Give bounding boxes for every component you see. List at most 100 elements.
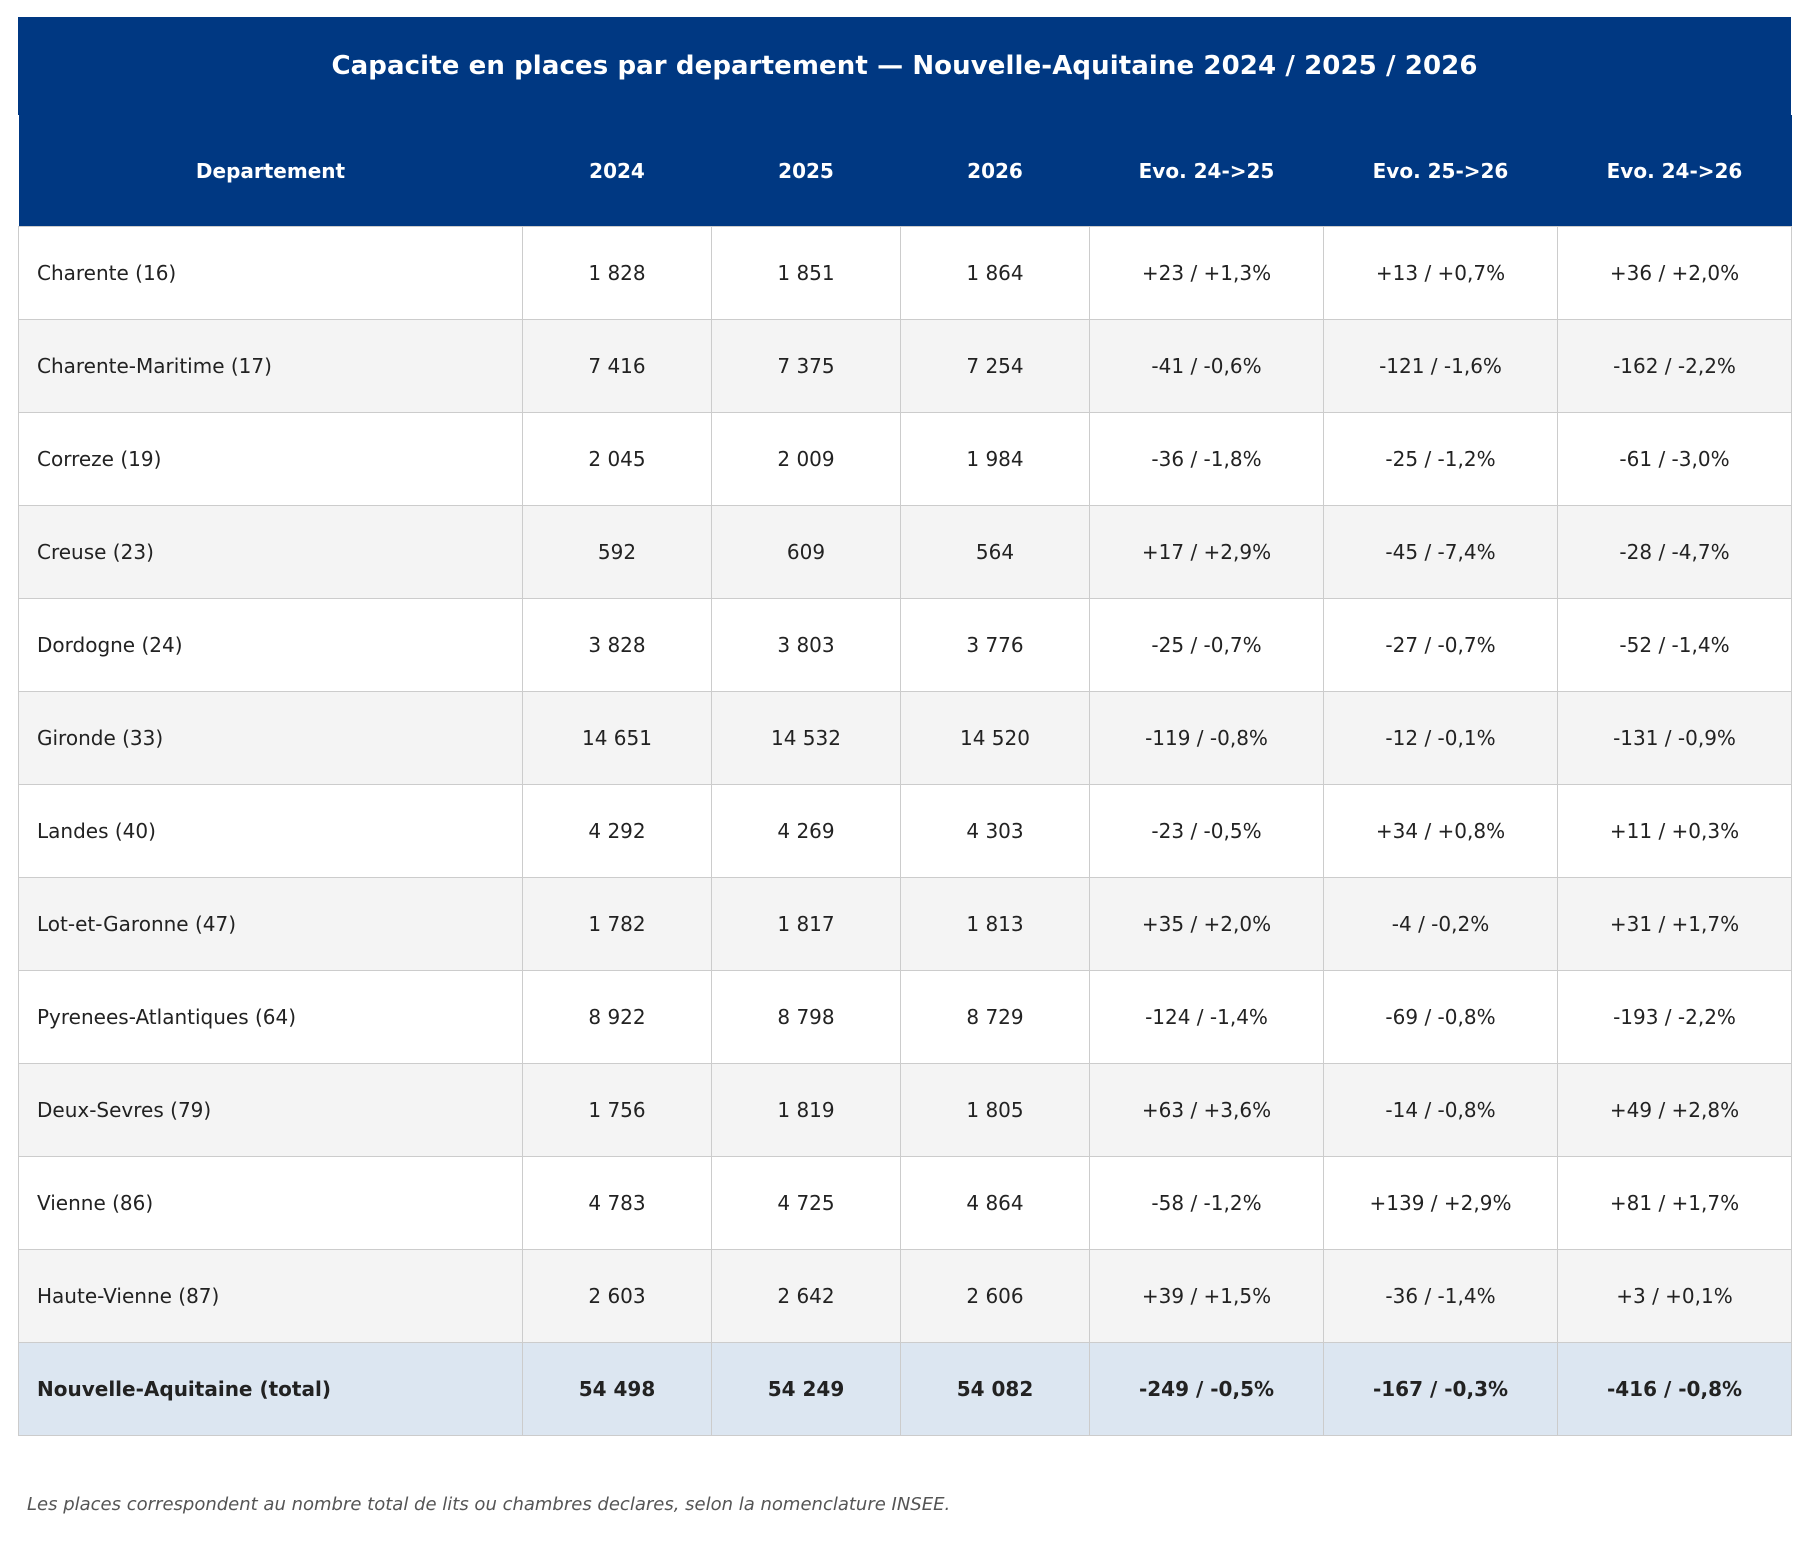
cell-evo-24-26: +11 / +0,3% [1557,784,1792,878]
cell-2025: 609 [711,505,901,599]
cell-evo-24-26: +36 / +2,0% [1557,226,1792,320]
cell-2024: 3 828 [522,598,712,692]
cell-2025: 7 375 [711,319,901,413]
cell-2025: 1 851 [711,226,901,320]
cell-2026: 1 805 [900,1063,1090,1157]
cell-2025: 1 819 [711,1063,901,1157]
cell-evo-24-25: -58 / -1,2% [1089,1156,1324,1250]
table-row: Charente (16) 1 828 1 851 1 864 +23 / +1,3% +… [18,226,1792,320]
table-row: Gironde (33) 14 651 14 532 14 520 -119 / -0,… [18,691,1792,785]
cell-evo-25-26: +34 / +0,8% [1323,784,1558,878]
cell-2024: 2 603 [522,1249,712,1343]
total-cell-2025: 54 249 [711,1342,901,1436]
table-body: Charente (16) 1 828 1 851 1 864 +23 / +1,3% +… [18,226,1792,1436]
cell-departement: Gironde (33) [18,691,523,785]
cell-2024: 14 651 [522,691,712,785]
table-row: Pyrenees-Atlantiques (64) 8 922 8 798 8 729… [18,970,1792,1064]
cell-2026: 564 [900,505,1090,599]
cell-evo-25-26: -4 / -0,2% [1323,877,1558,971]
cell-evo-24-25: +63 / +3,6% [1089,1063,1324,1157]
table-row: Charente-Maritime (17) 7 416 7 375 7 254 -41… [18,319,1792,413]
table-row: Lot-et-Garonne (47) 1 782 1 817 1 813 +35 / … [18,877,1792,971]
cell-departement: Lot-et-Garonne (47) [18,877,523,971]
cell-evo-24-25: -119 / -0,8% [1089,691,1324,785]
cell-evo-24-26: -193 / -2,2% [1557,970,1792,1064]
cell-departement: Vienne (86) [18,1156,523,1250]
cell-departement: Dordogne (24) [18,598,523,692]
cell-departement: Landes (40) [18,784,523,878]
cell-evo-25-26: -27 / -0,7% [1323,598,1558,692]
total-cell-2024: 54 498 [522,1342,712,1436]
cell-evo-24-26: +3 / +0,1% [1557,1249,1792,1343]
table-row: Haute-Vienne (87) 2 603 2 642 2 606 +39 / +1… [18,1249,1792,1343]
cell-evo-24-26: -52 / -1,4% [1557,598,1792,692]
cell-evo-24-26: +81 / +1,7% [1557,1156,1792,1250]
cell-evo-24-25: +39 / +1,5% [1089,1249,1324,1343]
cell-evo-24-25: -124 / -1,4% [1089,970,1324,1064]
cell-2026: 14 520 [900,691,1090,785]
cell-2026: 1 813 [900,877,1090,971]
cell-2024: 1 782 [522,877,712,971]
cell-evo-24-25: +23 / +1,3% [1089,226,1324,320]
cell-evo-24-25: +35 / +2,0% [1089,877,1324,971]
table-row: Deux-Sevres (79) 1 756 1 819 1 805 +63 / +3,… [18,1063,1792,1157]
cell-evo-24-25: -25 / -0,7% [1089,598,1324,692]
cell-evo-25-26: -121 / -1,6% [1323,319,1558,413]
cell-2024: 1 756 [522,1063,712,1157]
column-header-2025: 2025 [711,115,901,227]
total-cell-departement: Nouvelle-Aquitaine (total) [18,1342,523,1436]
cell-evo-24-26: -28 / -4,7% [1557,505,1792,599]
cell-2025: 8 798 [711,970,901,1064]
cell-2026: 4 864 [900,1156,1090,1250]
cell-departement: Correze (19) [18,412,523,506]
cell-2025: 2 009 [711,412,901,506]
cell-2025: 4 725 [711,1156,901,1250]
cell-2024: 4 292 [522,784,712,878]
table-row: Dordogne (24) 3 828 3 803 3 776 -25 / -0,7% -… [18,598,1792,692]
cell-2026: 3 776 [900,598,1090,692]
table-header: Departement 2024 2025 2026 Evo. 24->25 E… [18,115,1792,227]
cell-evo-24-26: -162 / -2,2% [1557,319,1792,413]
column-header-departement: Departement [18,115,523,227]
cell-evo-25-26: -12 / -0,1% [1323,691,1558,785]
cell-evo-25-26: -36 / -1,4% [1323,1249,1558,1343]
total-cell-evo-24-25: -249 / -0,5% [1089,1342,1324,1436]
cell-evo-25-26: +139 / +2,9% [1323,1156,1558,1250]
total-row: Nouvelle-Aquitaine (total) 54 498 54 249 54… [18,1342,1792,1436]
cell-2024: 2 045 [522,412,712,506]
column-header-2024: 2024 [522,115,712,227]
cell-2024: 4 783 [522,1156,712,1250]
cell-evo-24-25: -41 / -0,6% [1089,319,1324,413]
table-row: Vienne (86) 4 783 4 725 4 864 -58 / -1,2% +13… [18,1156,1792,1250]
cell-departement: Charente (16) [18,226,523,320]
cell-2025: 3 803 [711,598,901,692]
cell-departement: Creuse (23) [18,505,523,599]
cell-2026: 7 254 [900,319,1090,413]
cell-evo-25-26: -45 / -7,4% [1323,505,1558,599]
cell-evo-24-25: -36 / -1,8% [1089,412,1324,506]
cell-2025: 4 269 [711,784,901,878]
table-row: Creuse (23) 592 609 564 +17 / +2,9% -45 / -7,… [18,505,1792,599]
cell-evo-25-26: +13 / +0,7% [1323,226,1558,320]
cell-2026: 8 729 [900,970,1090,1064]
cell-2024: 8 922 [522,970,712,1064]
total-cell-evo-24-26: -416 / -0,8% [1557,1342,1792,1436]
table-title: Capacite en places par departement — Nou… [18,17,1791,115]
column-header-evo-24-26: Evo. 24->26 [1557,115,1792,227]
cell-2024: 1 828 [522,226,712,320]
cell-2025: 2 642 [711,1249,901,1343]
capacity-table-container: Capacite en places par departement — Nou… [18,17,1792,1436]
cell-2025: 1 817 [711,877,901,971]
cell-evo-24-26: +31 / +1,7% [1557,877,1792,971]
cell-evo-24-25: +17 / +2,9% [1089,505,1324,599]
cell-2026: 2 606 [900,1249,1090,1343]
table-row: Correze (19) 2 045 2 009 1 984 -36 / -1,8% -2… [18,412,1792,506]
column-header-evo-25-26: Evo. 25->26 [1323,115,1558,227]
footnote: Les places correspondent au nombre total… [27,1494,951,1515]
cell-evo-24-26: -131 / -0,9% [1557,691,1792,785]
header-row: Departement 2024 2025 2026 Evo. 24->25 E… [18,115,1792,227]
cell-evo-24-26: +49 / +2,8% [1557,1063,1792,1157]
cell-2024: 7 416 [522,319,712,413]
cell-evo-25-26: -14 / -0,8% [1323,1063,1558,1157]
cell-2026: 4 303 [900,784,1090,878]
